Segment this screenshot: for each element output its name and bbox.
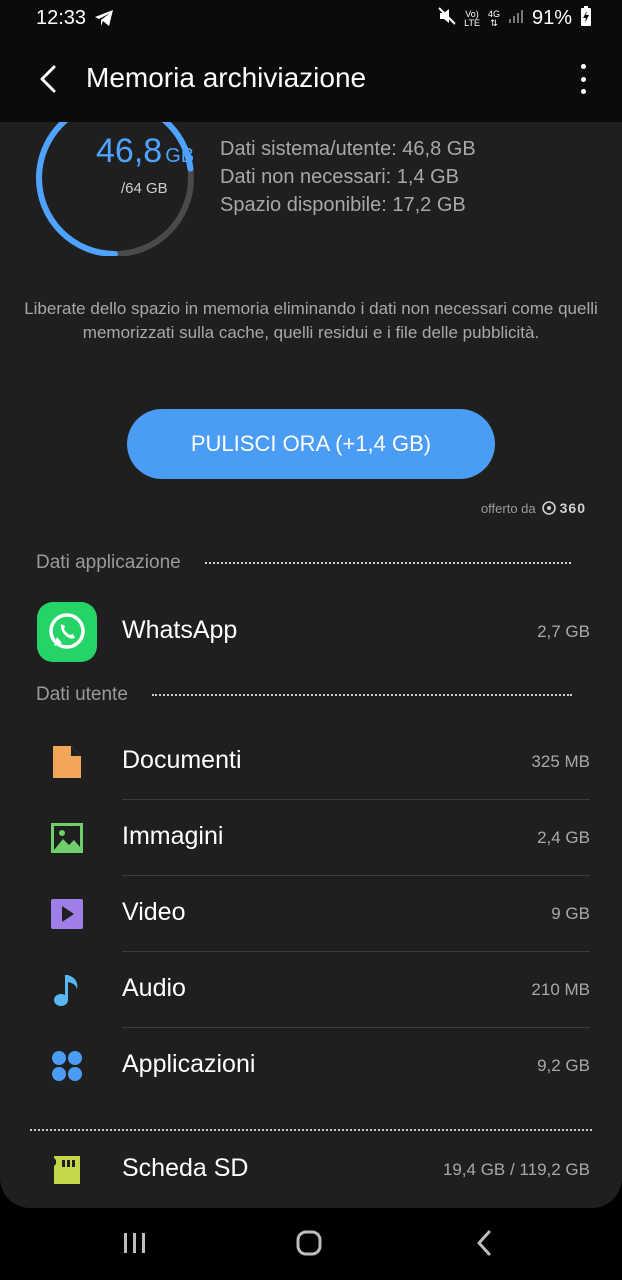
clean-hint-text: Liberate dello spazio in memoria elimina… [24,299,598,342]
sd-card-size: 19,4 GB / 119,2 GB [442,1160,590,1179]
navigation-bar [0,1208,622,1280]
summary-line: Spazio disponibile: 17,2 GB [220,194,466,216]
category-name: Documenti [122,746,242,774]
nav-back-button[interactable] [464,1226,504,1260]
clean-now-button[interactable]: PULISCI ORA (+1,4 GB) [127,409,495,479]
section-divider [204,562,571,564]
more-dot [580,76,586,82]
category-size: 325 MB [531,752,590,771]
section-title: Dati applicazione [36,552,181,573]
home-button[interactable] [289,1226,329,1260]
category-name: Applicazioni [122,1050,256,1078]
user-row-images[interactable]: Immagini 2,4 GB [0,800,622,876]
gauge-used-value: 46,8 [96,132,163,170]
section-divider [151,694,572,696]
sd-card-icon [36,1132,98,1208]
whatsapp-icon [36,594,98,670]
more-dot [580,64,586,69]
sd-card-row[interactable]: Scheda SD 19,4 GB / 119,2 GB [0,1132,622,1208]
user-row-video[interactable]: Video 9 GB [0,876,622,952]
battery-percent: 91% [531,7,572,29]
app-row-whatsapp[interactable]: WhatsApp 2,7 GB [0,594,622,670]
status-bar: 12:33 Vo) LTE 4G ⇅ 91% [0,0,622,36]
nav-back-icon [477,1230,491,1256]
back-arrow-icon [40,65,56,93]
category-size: 210 MB [531,980,590,999]
app-size: 2,7 GB [537,622,590,641]
apps-icon [36,1028,98,1104]
mute-icon [438,7,456,30]
user-row-apps[interactable]: Applicazioni 9,2 GB [0,1028,622,1104]
summary-line: Dati sistema/utente: 46,8 GB [220,138,476,160]
category-name: Video [122,898,186,926]
app-name: WhatsApp [122,616,238,644]
status-icons: Vo) LTE 4G ⇅ 91% [438,6,592,31]
brand-360-logo: 360 [541,500,586,516]
signal-icon [508,8,524,29]
recent-apps-button[interactable] [115,1226,155,1260]
telegram-icon [94,9,114,32]
home-icon [296,1230,322,1256]
section-app-data: Dati applicazione [36,552,571,574]
more-options-button[interactable] [578,64,588,94]
section-title: Dati utente [36,684,128,705]
more-dot [580,89,586,94]
document-icon [36,724,98,800]
category-size: 9,2 GB [537,1056,590,1075]
page-title: Memoria archiviazione [86,62,367,93]
user-row-audio[interactable]: Audio 210 MB [0,952,622,1028]
audio-icon [36,952,98,1028]
status-time: 12:33 [36,7,87,29]
volte-bottom: LTE [464,17,480,28]
app-bar: Memoria archiviazione [0,36,622,122]
gauge-total: /64 GB [121,180,168,197]
user-row-documents[interactable]: Documenti 325 MB [0,724,622,800]
gauge-used-unit: GB [165,145,195,167]
summary-line: Dati non necessari: 1,4 GB [220,166,460,188]
category-name: Audio [122,974,186,1002]
volte-indicator: Vo) LTE [464,9,480,28]
category-size: 9 GB [551,904,590,923]
video-icon [36,876,98,952]
battery-charging-icon [580,6,592,31]
image-icon [36,800,98,876]
recent-apps-icon [124,1233,145,1253]
brand-360-text: 360 [559,500,586,516]
offered-by-label: offerto da [480,500,536,516]
gauge-used: 46,8 GB [96,132,194,171]
section-user-data: Dati utente [36,684,572,706]
category-name: Immagini [122,822,224,850]
section-divider [30,1129,592,1131]
data-arrows-icon: ⇅ [490,17,498,28]
network-4g-indicator: 4G ⇅ [488,9,500,28]
storage-card: 46,8 GB /64 GB Dati sistema/utente: 46,8 … [0,122,622,1208]
back-button[interactable] [32,62,64,96]
storage-summary: Dati sistema/utente: 46,8 GB Dati non ne… [220,135,476,219]
offered-by: offerto da 360 [481,500,586,516]
category-size: 2,4 GB [537,828,590,847]
storage-gauge: 46,8 GB /64 GB [32,122,198,257]
sd-card-name: Scheda SD [122,1154,249,1182]
